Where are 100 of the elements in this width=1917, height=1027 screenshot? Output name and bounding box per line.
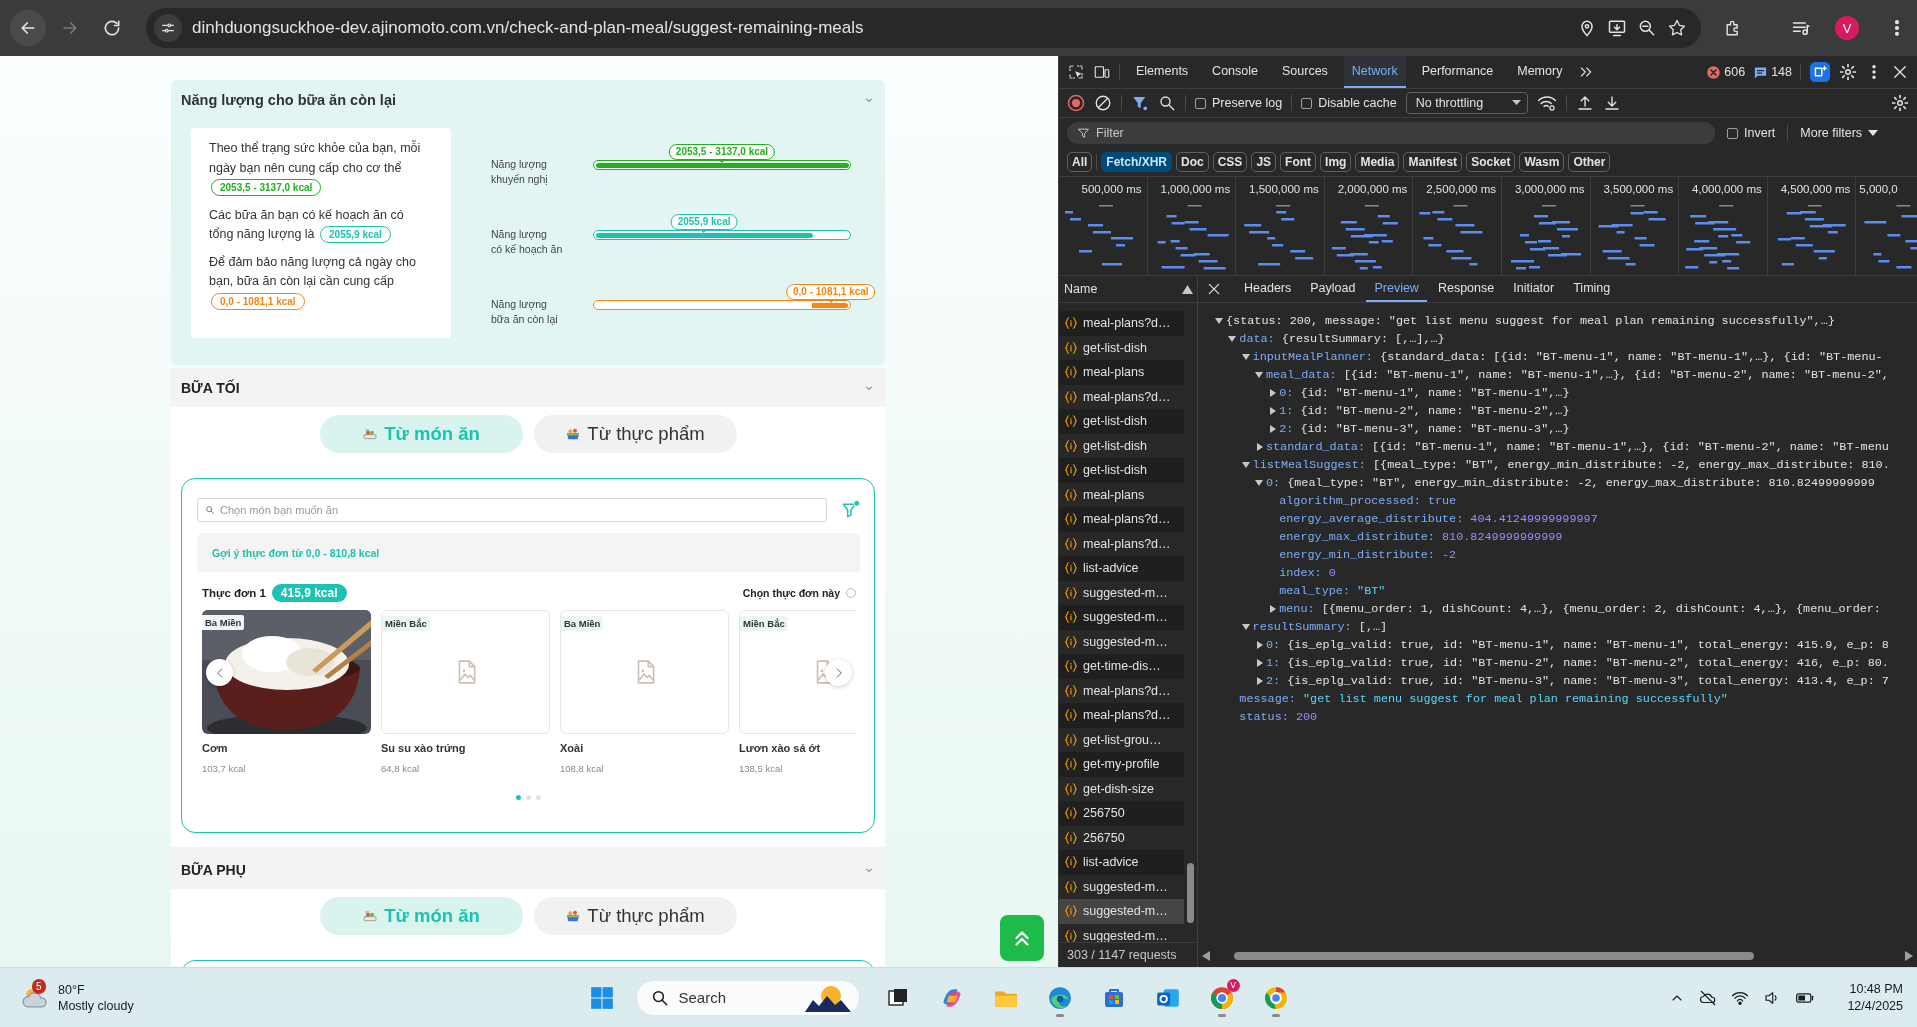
devtools-tab[interactable]: Network: [1343, 56, 1406, 88]
clock-date[interactable]: 12/4/2025: [1847, 997, 1903, 1015]
devtools-tab[interactable]: Elements: [1128, 56, 1197, 88]
scroll-right-icon[interactable]: [1905, 951, 1913, 961]
devtools-tab[interactable]: Memory: [1509, 56, 1571, 88]
record-icon[interactable]: [1067, 94, 1085, 112]
close-icon[interactable]: [1206, 281, 1222, 297]
detail-tab[interactable]: Timing: [1565, 276, 1619, 302]
inspect-icon[interactable]: [1067, 63, 1085, 81]
taskbar-button[interactable]: V: [1201, 977, 1242, 1018]
mode-tab[interactable]: Từ thực phẩm: [533, 415, 737, 453]
type-filter-chip[interactable]: Manifest: [1403, 152, 1463, 172]
sort-arrow-icon[interactable]: [1182, 284, 1193, 294]
request-row[interactable]: suggested-m…: [1059, 629, 1184, 654]
section-header[interactable]: BỮA TỐI: [171, 368, 885, 407]
detail-tab[interactable]: Preview: [1366, 276, 1427, 302]
request-row[interactable]: meal-plans?d…: [1059, 507, 1184, 532]
type-filter-chip[interactable]: Other: [1568, 152, 1611, 172]
type-filter-chip[interactable]: All: [1067, 152, 1093, 172]
request-row[interactable]: get-dish-size: [1059, 776, 1184, 801]
request-row[interactable]: suggested-m…: [1059, 580, 1184, 605]
start-icon[interactable]: [588, 984, 615, 1011]
request-row[interactable]: meal-plans?d…: [1059, 531, 1184, 556]
site-settings-icon[interactable]: [160, 20, 176, 36]
checkbox[interactable]: [1301, 97, 1313, 109]
mode-tab[interactable]: Từ thực phẩm: [533, 897, 737, 935]
reload-icon[interactable]: [102, 18, 122, 38]
request-row[interactable]: get-list-dish: [1059, 433, 1184, 458]
request-row[interactable]: 256750: [1059, 801, 1184, 826]
settings-icon[interactable]: [1891, 94, 1909, 112]
search-icon[interactable]: [1158, 94, 1176, 112]
request-row[interactable]: get-time-dis…: [1059, 654, 1184, 679]
type-filter-chip[interactable]: Socket: [1466, 152, 1516, 172]
browser-icon[interactable]: [1208, 984, 1235, 1011]
settings-icon[interactable]: [1839, 63, 1857, 81]
type-filter-chip[interactable]: CSS: [1212, 152, 1248, 172]
browser-icon[interactable]: [1262, 984, 1289, 1011]
request-row[interactable]: meal-plans?d…: [1059, 384, 1184, 409]
more-filters-button[interactable]: More filters: [1800, 126, 1879, 140]
request-row[interactable]: meal-plans: [1059, 360, 1184, 385]
clock-time[interactable]: 10:48 PM: [1849, 980, 1903, 998]
search-field[interactable]: Chọn món bạn muốn ăn: [197, 498, 827, 522]
request-row[interactable]: suggested-m…: [1059, 605, 1184, 630]
request-row[interactable]: suggested-m…: [1059, 874, 1184, 899]
zoom-icon[interactable]: [1637, 18, 1657, 38]
cloud-off-icon[interactable]: [1699, 988, 1718, 1007]
devtools-tab[interactable]: Performance: [1413, 56, 1502, 88]
request-row[interactable]: get-list-dish: [1059, 409, 1184, 434]
ai-assistant-icon[interactable]: [1809, 61, 1831, 83]
detail-tab[interactable]: Headers: [1236, 276, 1300, 302]
close-icon[interactable]: [1891, 63, 1909, 81]
request-row[interactable]: get-list-dish: [1059, 335, 1184, 360]
request-row[interactable]: get-my-profile: [1059, 752, 1184, 777]
checkbox[interactable]: [1195, 97, 1206, 109]
clear-icon[interactable]: [1094, 94, 1112, 112]
request-row[interactable]: get-list-grou…: [1059, 727, 1184, 752]
type-filter-chip[interactable]: Fetch/XHR: [1101, 152, 1173, 172]
request-row[interactable]: list-advice: [1059, 556, 1184, 581]
profile-avatar[interactable]: V: [1835, 16, 1859, 40]
filter-icon[interactable]: [1131, 94, 1149, 112]
detail-tab[interactable]: Response: [1429, 276, 1503, 302]
message-count[interactable]: 148: [1771, 65, 1792, 79]
type-filter-chip[interactable]: JS: [1251, 152, 1277, 172]
download-icon[interactable]: [1602, 94, 1621, 112]
devtools-tab[interactable]: Console: [1204, 56, 1266, 88]
request-row[interactable]: meal-plans?d…: [1059, 311, 1184, 336]
scroll-left-icon[interactable]: [1202, 951, 1210, 961]
type-filter-chip[interactable]: Wasm: [1519, 152, 1565, 172]
checkbox[interactable]: [1727, 127, 1738, 139]
error-count[interactable]: 606: [1724, 65, 1746, 79]
column-header[interactable]: Name: [1064, 282, 1098, 296]
request-row[interactable]: meal-plans?d…: [1059, 678, 1184, 703]
device-icon[interactable]: [1093, 63, 1111, 81]
section-header[interactable]: BỮA PHỤ: [171, 850, 885, 889]
request-row[interactable]: suggested-m…: [1059, 923, 1184, 948]
upload-icon[interactable]: [1575, 94, 1594, 112]
network-conditions-icon[interactable]: [1536, 93, 1557, 113]
address-bar[interactable]: dinhduongsuckhoe-dev.ajinomoto.com.vn/check-and-plan-meal/suggest-remaining-meals: [146, 8, 1701, 48]
install-app-icon[interactable]: [1607, 18, 1627, 38]
request-row[interactable]: suggested-m…: [1059, 899, 1184, 924]
request-row[interactable]: meal-plans: [1059, 482, 1184, 507]
type-filter-chip[interactable]: Media: [1355, 152, 1400, 172]
throttling-dropdown[interactable]: No throttling: [1405, 92, 1528, 114]
star-icon[interactable]: [1667, 18, 1687, 38]
search-field[interactable]: Search: [635, 979, 860, 1016]
type-filter-chip[interactable]: Img: [1320, 152, 1352, 172]
back-button[interactable]: [10, 10, 46, 46]
type-filter-chip[interactable]: Doc: [1176, 152, 1209, 172]
filter-field[interactable]: Filter: [1067, 122, 1715, 144]
type-filter-chip[interactable]: Font: [1280, 152, 1317, 172]
page-dot[interactable]: [536, 795, 541, 800]
request-row[interactable]: get-list-dish: [1059, 458, 1184, 483]
request-row[interactable]: list-advice: [1059, 850, 1184, 875]
page-dot[interactable]: [526, 795, 531, 800]
request-row[interactable]: 256750: [1059, 825, 1184, 850]
request-row[interactable]: meal-plans?d…: [1059, 703, 1184, 728]
page-dot[interactable]: [516, 795, 521, 800]
detail-tab[interactable]: Initiator: [1505, 276, 1563, 302]
detail-tab[interactable]: Payload: [1302, 276, 1364, 302]
devtools-tab[interactable]: Sources: [1274, 56, 1336, 88]
